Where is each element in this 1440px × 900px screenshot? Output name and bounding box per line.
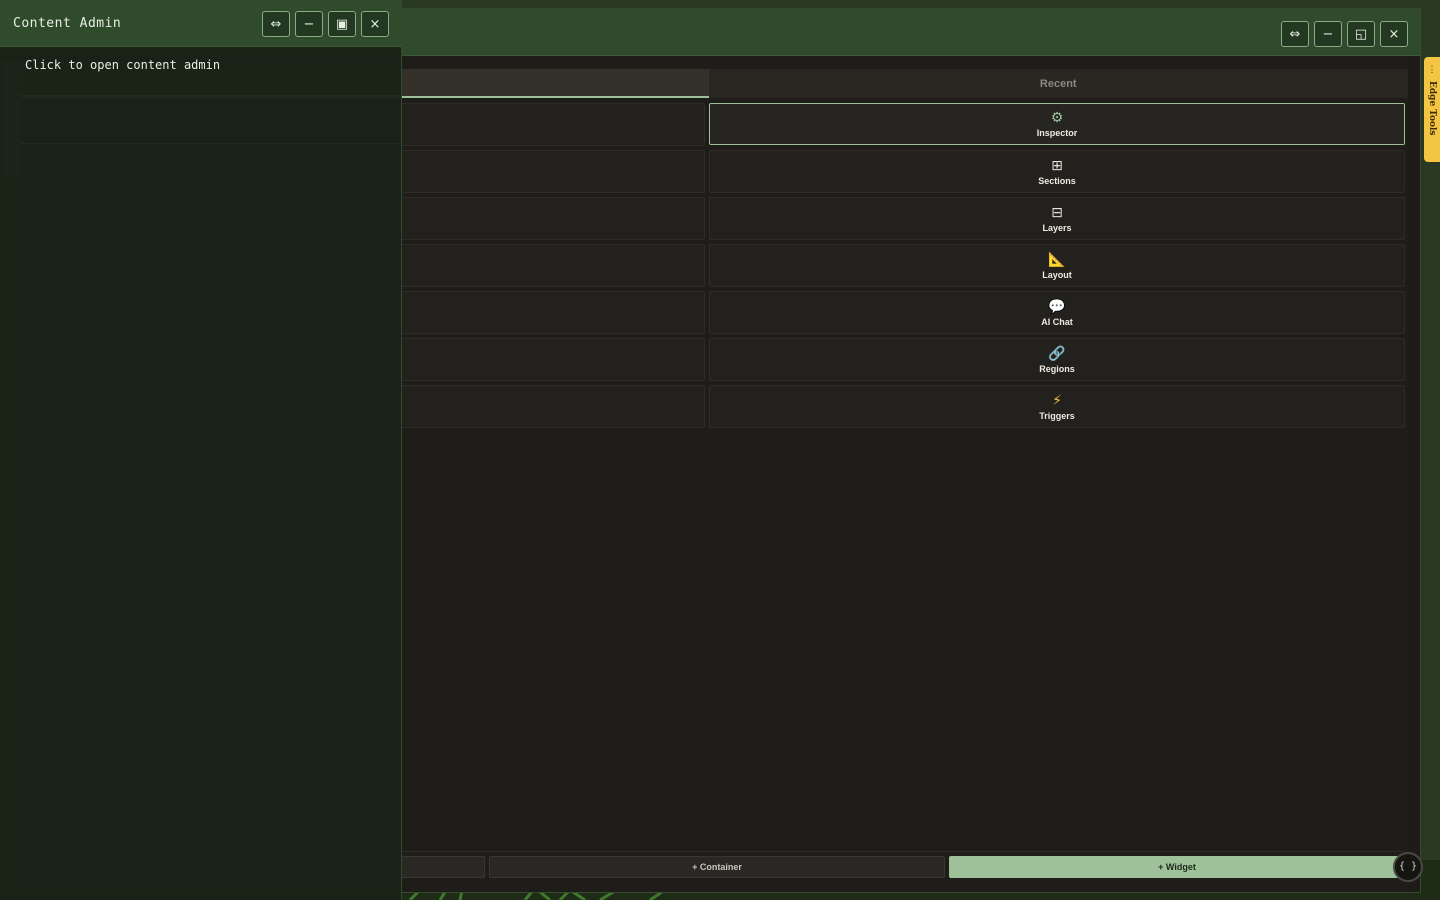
editor-window-controls: ⇔ − ◱ ×: [1281, 21, 1408, 47]
tool-label: Regions: [1039, 363, 1075, 374]
tab-recent[interactable]: Recent: [708, 69, 1408, 98]
add-widget-button[interactable]: + Widget: [949, 856, 1405, 878]
tool-label: Layers: [1042, 222, 1072, 233]
tool-label: Inspector: [1036, 128, 1078, 138]
grid-icon: ⊞: [1051, 157, 1063, 174]
swap-side-button[interactable]: ⇔: [1281, 21, 1309, 47]
layers-icon: ⊟: [1051, 204, 1063, 221]
divider: [20, 95, 401, 96]
tool-layers[interactable]: ⊟ Layers: [709, 197, 1405, 240]
gear-icon: ⚙: [1050, 110, 1064, 126]
tool-triggers[interactable]: ⚡ Triggers: [709, 385, 1405, 428]
divider: [20, 143, 401, 144]
tool-label: AI Chat: [1041, 316, 1073, 327]
open-content-admin-link[interactable]: Click to open content admin: [25, 58, 220, 72]
tool-label: Triggers: [1039, 410, 1075, 421]
content-admin-titlebar[interactable]: Content Admin ⇔ − ▣ ×: [0, 0, 401, 47]
collapsed-side-panel: [2, 60, 22, 178]
link-icon: 🔗: [1048, 345, 1066, 362]
tool-sections[interactable]: ⊞ Sections: [709, 150, 1405, 193]
speech-bubble-icon: 💬: [1048, 298, 1066, 315]
tool-regions[interactable]: 🔗 Regions: [709, 338, 1405, 381]
drag-handle-icon: ⋮: [1427, 64, 1437, 74]
tool-label: Sections: [1038, 175, 1076, 186]
content-admin-window-controls: ⇔ − ▣ ×: [262, 11, 389, 37]
tool-ai-chat[interactable]: 💬 AI Chat: [709, 291, 1405, 334]
swap-side-button[interactable]: ⇔: [262, 11, 290, 37]
lightning-icon: ⚡: [1052, 392, 1062, 409]
close-button[interactable]: ×: [1380, 21, 1408, 47]
minimize-button[interactable]: −: [295, 11, 323, 37]
content-admin-window: Content Admin ⇔ − ▣ × Click to open cont…: [0, 0, 402, 900]
window-title: Content Admin: [13, 16, 122, 31]
restore-button[interactable]: ◱: [1347, 21, 1375, 47]
tool-layout[interactable]: 📐 Layout: [709, 244, 1405, 287]
code-view-button[interactable]: { }: [1393, 852, 1423, 882]
edge-tools-label: Edge Tools: [1427, 81, 1437, 136]
minimize-button[interactable]: −: [1314, 21, 1342, 47]
edge-tools-tab[interactable]: ⋮ Edge Tools: [1424, 57, 1440, 162]
tool-label: Layout: [1042, 269, 1072, 280]
add-container-button[interactable]: + Container: [489, 856, 945, 878]
close-button[interactable]: ×: [361, 11, 389, 37]
triangle-ruler-icon: 📐: [1048, 251, 1066, 268]
maximize-button[interactable]: ▣: [328, 11, 356, 37]
tool-inspector[interactable]: ⚙ Inspector: [709, 103, 1405, 145]
